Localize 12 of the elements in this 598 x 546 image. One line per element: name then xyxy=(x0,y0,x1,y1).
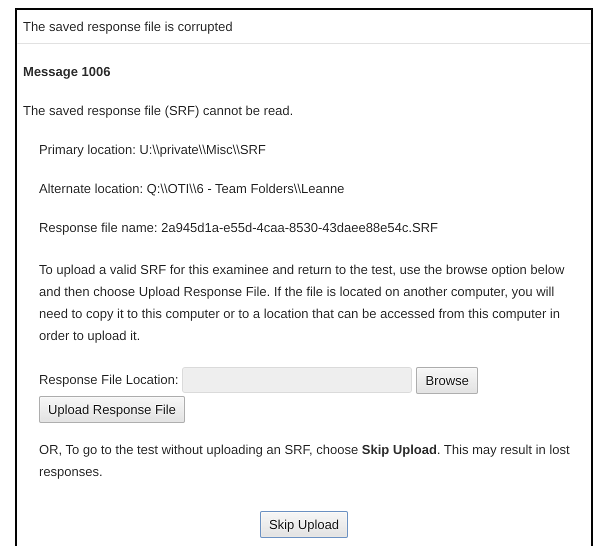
field-label: Response File Location: xyxy=(39,372,178,387)
skip-note: OR, To go to the test without uploading an SRF, choose Skip Upload. This may result in lost responses. xyxy=(38,441,571,481)
skip-upload-button[interactable]: Skip Upload xyxy=(260,511,348,538)
browse-button[interactable]: Browse xyxy=(416,367,478,394)
instructions-text: To upload a valid SRF for this examinee and return to the test, use the browse option below and then choose Upload Response File. If the file is located on another computer, you will need to copy it to this computer or to a location that can be accessed from this computer in order to upload it. xyxy=(38,261,566,345)
detail-text: Response file name: 2a945d1a-e55d-4caa-8530-43daee88e54c.SRF xyxy=(38,220,439,235)
upload-button[interactable]: Upload Response File xyxy=(39,396,185,423)
dialog-title: The saved response file is corrupted xyxy=(17,10,591,44)
detail-text: Primary location: U:\\private\\Misc\\SRF xyxy=(38,142,267,157)
message-heading: Message 1006 xyxy=(23,64,112,79)
detail-text: Alternate location: Q:\\OTI\\6 - Team Folders\\Leanne xyxy=(38,181,346,196)
message-summary: The saved response file (SRF) cannot be read. xyxy=(23,103,294,118)
